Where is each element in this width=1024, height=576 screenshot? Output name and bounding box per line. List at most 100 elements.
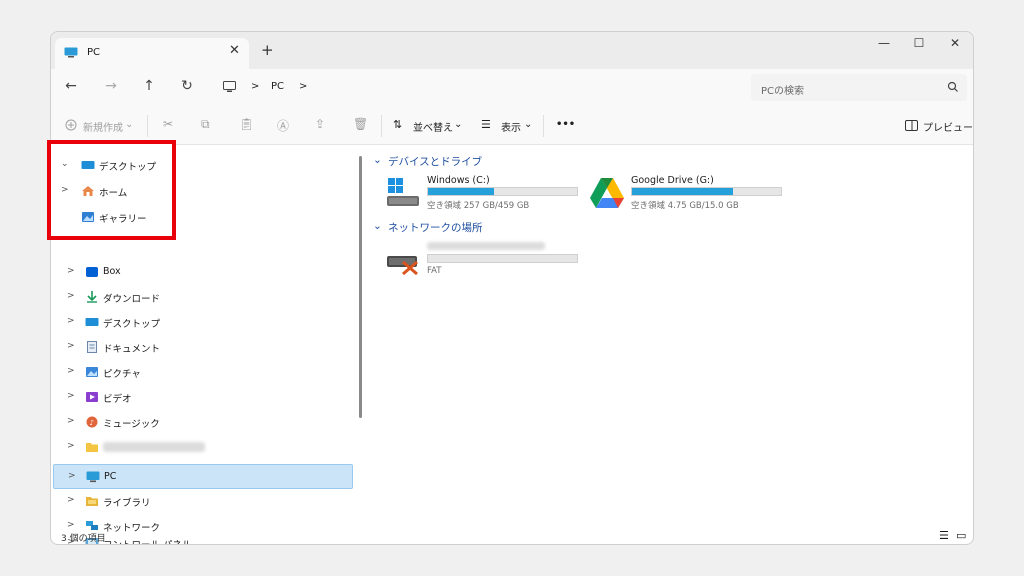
new-icon [65, 119, 77, 131]
up-button[interactable]: ↑ [139, 78, 159, 94]
tiles-view-icon[interactable]: ▭ [956, 529, 966, 542]
share-icon[interactable]: ⇪ [315, 117, 325, 131]
chevron-right-icon[interactable]: > [67, 416, 75, 426]
sidebar-item-libraries[interactable]: > ライブラリ [53, 489, 353, 514]
new-tab-button[interactable]: + [261, 41, 274, 59]
cut-icon[interactable]: ✂ [163, 117, 173, 131]
storage-bar [631, 187, 782, 196]
close-button[interactable]: ✕ [940, 36, 970, 50]
chevron-right-icon[interactable]: > [67, 291, 75, 301]
sidebar-item-videos[interactable]: > ビデオ [53, 385, 353, 410]
sidebar-item-music[interactable]: > ♪ ミュージック [53, 410, 353, 435]
sidebar-item-downloads[interactable]: > ダウンロード [53, 285, 353, 310]
drive-google-drive-g[interactable]: Google Drive (G:) 空き領域 4.75 GB/15.0 GB [589, 175, 789, 211]
address-bar[interactable]: > PC > [215, 73, 735, 101]
paste-icon[interactable]: 📋︎ [239, 117, 254, 131]
sidebar-item-label: ビデオ [103, 394, 132, 405]
details-view-icon[interactable]: ☰ [939, 529, 949, 542]
rename-icon[interactable]: Ⓐ [277, 117, 289, 134]
redacted-drive-name [427, 242, 545, 250]
tab-pc[interactable]: PC ✕ [55, 38, 249, 69]
sort-button[interactable]: 並べ替え [413, 119, 453, 134]
maximize-button[interactable]: ☐ [904, 36, 934, 50]
chevron-right-icon[interactable]: > [67, 316, 75, 326]
new-button[interactable]: 新規作成 [83, 119, 123, 134]
download-icon [87, 291, 97, 303]
drive-network-location[interactable]: FAT [385, 240, 585, 280]
breadcrumb-pc[interactable]: PC [271, 81, 284, 92]
chevron-down-icon: ⌄ [125, 119, 134, 130]
redacted-label [103, 442, 205, 452]
drive-windows-c[interactable]: Windows (C:) 空き領域 257 GB/459 GB [385, 175, 585, 211]
chevron-right-icon[interactable]: > [68, 471, 76, 481]
chevron-down-icon[interactable]: ⌄ [61, 159, 69, 169]
view-button[interactable]: 表示 [501, 119, 521, 134]
windows-drive-icon [387, 178, 419, 206]
sidebar-item-box[interactable]: > Box [53, 260, 353, 285]
sidebar-item-label: ドキュメント [103, 344, 161, 355]
content-pane: ⌄ デバイスとドライブ Windows (C:) 空き領域 257 GB/459… [367, 146, 967, 532]
status-bar: 3 個の項目 ☰ ▭ [51, 528, 973, 544]
drive-free-space: 空き領域 257 GB/459 GB [427, 201, 530, 211]
chevron-right-icon[interactable]: > [67, 441, 75, 451]
group-chevron-icon[interactable]: ⌄ [373, 220, 382, 232]
box-icon [86, 267, 98, 277]
sidebar-item-label: ライブラリ [103, 498, 151, 509]
pc-icon [86, 471, 100, 483]
divider [147, 115, 148, 137]
divider [381, 115, 382, 137]
network-drive-disconnected-icon [387, 256, 418, 276]
tab-title: PC [87, 47, 101, 58]
drive-name: Google Drive (G:) [631, 175, 714, 186]
delete-icon[interactable]: 🗑︎ [353, 117, 368, 131]
forward-button[interactable]: → [101, 78, 121, 94]
sidebar-item-desktop[interactable]: > デスクトップ [53, 310, 353, 335]
tab-close-icon[interactable]: ✕ [229, 43, 240, 58]
sidebar-item-label: ギャラリー [99, 214, 147, 225]
desktop-icon [85, 318, 99, 326]
breadcrumb-separator[interactable]: > [299, 81, 307, 92]
file-explorer-window: PC ✕ + — ☐ ✕ ← → ↑ ↻ > PC > PCの検索 新規作成 ⌄… [50, 31, 974, 545]
svg-text:♪: ♪ [90, 419, 94, 427]
group-devices-and-drives[interactable]: デバイスとドライブ [388, 154, 482, 169]
preview-button[interactable]: プレビュー [923, 119, 973, 134]
chevron-down-icon: ⌄ [454, 119, 463, 130]
group-network-locations[interactable]: ネットワークの場所 [388, 220, 483, 235]
search-box[interactable]: PCの検索 [751, 74, 967, 101]
sidebar-item-pc[interactable]: > PC [53, 464, 353, 489]
chevron-right-icon[interactable]: > [67, 341, 75, 351]
group-chevron-icon[interactable]: ⌄ [373, 154, 382, 166]
chevron-right-icon[interactable]: > [61, 185, 69, 195]
refresh-button[interactable]: ↻ [177, 78, 197, 94]
sidebar-item-label: PC [104, 471, 117, 482]
chevron-right-icon[interactable]: > [67, 266, 75, 276]
back-button[interactable]: ← [61, 78, 81, 94]
sidebar-item-pictures[interactable]: > ピクチャ [53, 360, 353, 385]
preview-icon [905, 120, 918, 131]
gallery-icon [82, 212, 94, 222]
pictures-icon [86, 367, 98, 377]
more-options-button[interactable]: ••• [556, 119, 575, 130]
sidebar-item-label: ピクチャ [103, 369, 141, 380]
google-drive-icon [590, 178, 624, 208]
chevron-right-icon[interactable]: > [67, 366, 75, 376]
search-input[interactable]: PCの検索 [761, 82, 804, 97]
document-icon [87, 341, 97, 353]
sidebar-item-documents[interactable]: > ドキュメント [53, 335, 353, 360]
sidebar-item-desktop-expanded[interactable]: ⌄ デスクトップ [51, 154, 171, 178]
sidebar-scrollbar[interactable] [359, 156, 362, 418]
sidebar-item-home[interactable]: > ホーム [51, 180, 171, 204]
music-icon: ♪ [86, 416, 98, 428]
sidebar-item-gallery[interactable]: ギャラリー [51, 206, 171, 230]
chevron-right-icon[interactable]: > [67, 391, 75, 401]
item-count: 3 個の項目 [61, 534, 106, 544]
sidebar-item-folder[interactable]: > [53, 435, 353, 460]
chevron-right-icon[interactable]: > [67, 495, 75, 505]
minimize-button[interactable]: — [869, 36, 899, 50]
sidebar-item-label: ミュージック [103, 419, 160, 430]
copy-icon[interactable]: ⧉ [201, 117, 210, 132]
drive-filesystem: FAT [427, 266, 442, 276]
folder-icon [86, 443, 98, 452]
sidebar-item-label: デスクトップ [99, 162, 157, 173]
sort-icon: ⇅ [393, 118, 403, 131]
